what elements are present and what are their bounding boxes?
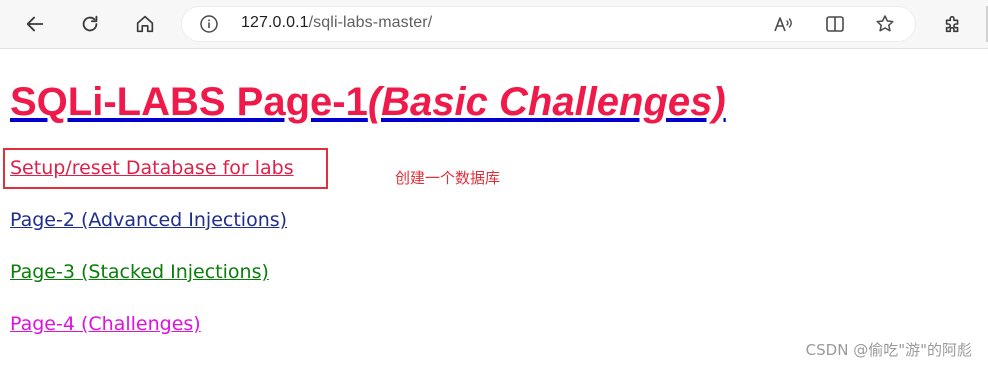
page-title[interactable]: SQLi-LABS Page-1(Basic Challenges): [10, 76, 726, 128]
site-info-icon: [200, 15, 218, 33]
page-content: SQLi-LABS Page-1(Basic Challenges) Setup…: [0, 48, 988, 368]
page-4-link[interactable]: Page-4 (Challenges): [10, 313, 201, 335]
refresh-icon: [82, 15, 98, 32]
url-text[interactable]: 127.0.0.1/sqli-labs-master/: [241, 14, 432, 32]
page-2-link[interactable]: Page-2 (Advanced Injections): [10, 209, 287, 231]
back-icon: [26, 16, 44, 32]
read-aloud-icon: [774, 17, 792, 32]
extensions-button[interactable]: [937, 8, 969, 40]
page-title-main: SQLi-LABS Page-1: [10, 80, 368, 124]
back-button[interactable]: [19, 8, 51, 40]
browser-toolbar: 127.0.0.1/sqli-labs-master/: [0, 0, 988, 49]
csdn-watermark: CSDN @偷吃"游"的阿彪: [805, 341, 972, 359]
read-aloud-button[interactable]: [771, 12, 795, 36]
annotation-note: 创建一个数据库: [395, 169, 501, 187]
url-path: /sqli-labs-master/: [308, 14, 433, 31]
site-info-button[interactable]: [199, 14, 219, 34]
address-bar[interactable]: 127.0.0.1/sqli-labs-master/: [181, 6, 916, 42]
split-screen-icon: [826, 16, 844, 32]
extensions-icon: [945, 15, 959, 33]
home-button[interactable]: [129, 8, 161, 40]
favorite-star-icon: [876, 15, 894, 32]
url-host: 127.0.0.1: [241, 14, 309, 31]
annotation-highlight-box: [3, 148, 328, 189]
refresh-button[interactable]: [74, 8, 106, 40]
page-title-sub: (Basic Challenges): [367, 80, 726, 124]
home-icon: [136, 15, 154, 33]
page-3-link[interactable]: Page-3 (Stacked Injections): [10, 261, 269, 283]
split-screen-button[interactable]: [823, 12, 847, 36]
favorite-button[interactable]: [873, 12, 897, 36]
